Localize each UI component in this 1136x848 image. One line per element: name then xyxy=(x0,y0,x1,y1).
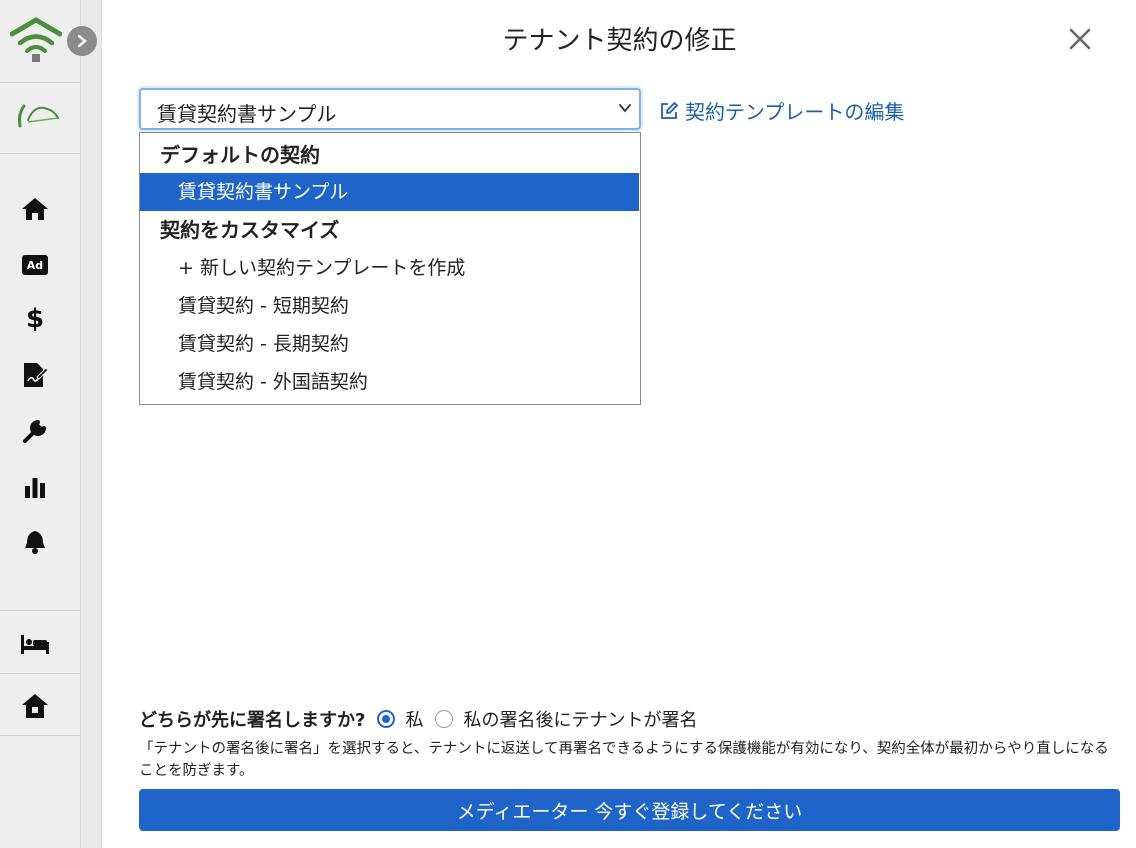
edit-contract-template-link[interactable]: 契約テンプレートの編集 xyxy=(659,96,904,125)
sidebar-divider xyxy=(0,153,80,154)
wrench-icon[interactable] xyxy=(20,416,50,446)
close-button[interactable] xyxy=(1063,22,1097,56)
dropdown-group-custom: 契約をカスタマイズ xyxy=(160,218,340,242)
dropdown-option-foreign-language[interactable]: 賃貸契約 - 外国語契約 xyxy=(140,363,640,401)
radio-label-me[interactable]: 私 xyxy=(405,706,423,732)
chevron-down-icon xyxy=(619,104,631,113)
dropdown-option-long-term[interactable]: 賃貸契約 - 長期契約 xyxy=(140,325,640,363)
radio-label-tenant-after[interactable]: 私の署名後にテナントが署名 xyxy=(463,706,697,732)
register-mediator-button[interactable]: メディエーター 今すぐ登録してください xyxy=(139,789,1120,831)
chevron-right-icon xyxy=(77,34,87,48)
wifi-home-logo-icon[interactable] xyxy=(9,16,63,66)
sign-order-label: どちらが先に署名しますか? xyxy=(139,710,366,731)
radio-sign-me-first[interactable] xyxy=(377,710,396,728)
dollar-icon[interactable]: $ xyxy=(20,304,50,334)
select-value: 賃貸契約書サンプル xyxy=(157,102,337,126)
sidebar-divider xyxy=(0,610,80,611)
sidebar-expand-button[interactable] xyxy=(67,26,97,56)
house-icon[interactable] xyxy=(20,691,50,721)
dropdown-option-create-template[interactable]: + 新しい契約テンプレートを作成 xyxy=(140,249,640,287)
edit-icon xyxy=(661,101,678,119)
radio-tenant-after[interactable] xyxy=(435,710,454,728)
dropdown-option-short-term[interactable]: 賃貸契約 - 短期契約 xyxy=(140,287,640,325)
sign-order-question: どちらが先に署名しますか? 私 私の署名後にテナントが署名 xyxy=(139,706,709,732)
dollar-icon-glyph: $ xyxy=(25,304,45,334)
bell-icon[interactable] xyxy=(20,527,50,557)
app-root: Ad $ テナント契約の修正 賃貸契約書サンプル 契約テンプレートの編集 デフォ… xyxy=(0,0,1136,848)
home-icon[interactable] xyxy=(20,194,50,224)
ad-icon-label: Ad xyxy=(22,255,48,275)
sidebar-divider xyxy=(0,82,80,83)
contract-sign-icon[interactable] xyxy=(20,360,50,390)
sweethome-brand-icon xyxy=(14,96,64,136)
sidebar-divider xyxy=(0,673,80,674)
close-icon xyxy=(1069,28,1091,50)
modal-title: テナント契約の修正 xyxy=(502,26,737,56)
bar-chart-icon[interactable] xyxy=(20,472,50,502)
contract-template-select[interactable]: 賃貸契約書サンプル xyxy=(139,88,641,130)
sidebar-divider xyxy=(0,735,80,736)
bed-icon[interactable] xyxy=(20,629,50,659)
dropdown-option-sample[interactable]: 賃貸契約書サンプル xyxy=(140,173,639,211)
ad-icon[interactable]: Ad xyxy=(20,250,50,280)
sidebar: Ad $ xyxy=(0,0,97,848)
edit-link-label: 契約テンプレートの編集 xyxy=(685,100,905,124)
contract-template-dropdown: デフォルトの契約 賃貸契約書サンプル 契約をカスタマイズ + 新しい契約テンプレ… xyxy=(139,132,641,405)
sign-order-note: 「テナントの署名後に署名」を選択すると、テナントに返送して再署名できるようにする… xyxy=(139,741,1109,779)
edit-contract-modal: テナント契約の修正 賃貸契約書サンプル 契約テンプレートの編集 デフォルトの契約… xyxy=(101,0,1136,848)
dropdown-group-default: デフォルトの契約 xyxy=(160,143,320,167)
